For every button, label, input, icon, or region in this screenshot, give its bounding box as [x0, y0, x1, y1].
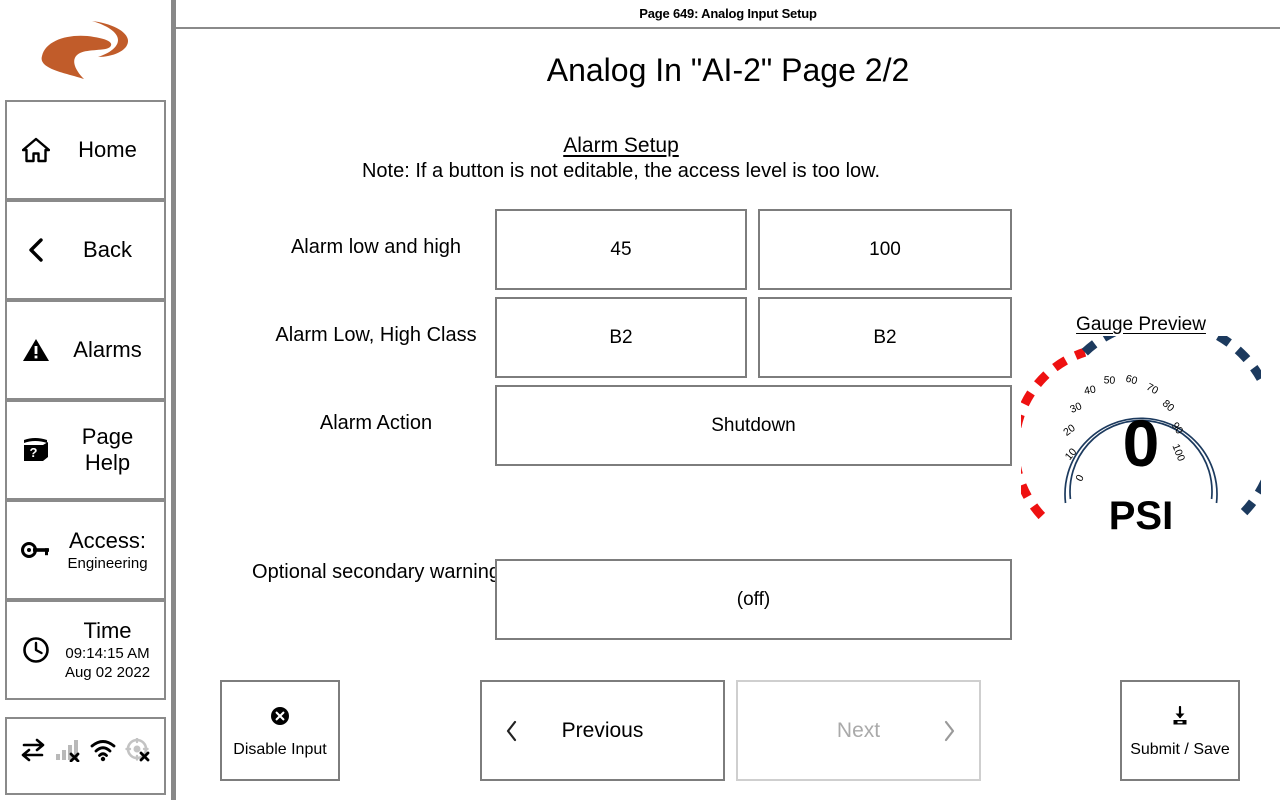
alarm-low-value-button[interactable]: 45	[495, 209, 747, 290]
section-title-text: Alarm Setup	[563, 134, 679, 157]
help-book-icon: ?	[19, 433, 53, 467]
sidebar-item-access-text: Access: Engineering	[57, 528, 164, 573]
next-label: Next	[836, 718, 881, 742]
svg-text:40: 40	[1083, 383, 1097, 397]
gauge-value: 0	[1122, 406, 1160, 480]
sidebar-item-label: Page	[81, 424, 134, 449]
secondary-warning-button[interactable]: (off)	[495, 559, 1012, 640]
sidebar-item-time-text: Time 09:14:15 AM Aug 02 2022	[57, 618, 164, 682]
disable-input-label: Disable Input	[233, 740, 327, 758]
sidebar-item-label: Alarms	[73, 337, 142, 362]
submit-save-button[interactable]: Submit / Save	[1120, 680, 1240, 781]
alarm-action-button[interactable]: Shutdown	[495, 385, 1012, 466]
main-content: Analog In "AI-2" Page 2/2 Alarm Setup No…	[176, 29, 1280, 800]
sidebar-item-page-help[interactable]: ? Page Help	[5, 400, 166, 500]
chevron-left-icon	[19, 233, 53, 267]
chevron-right-icon	[919, 720, 979, 742]
gauge-units: PSI	[1108, 494, 1174, 538]
next-button[interactable]: Next	[736, 680, 981, 781]
sidebar-item-back-text: Back	[57, 237, 164, 263]
section-note: Note: If a button is not editable, the a…	[361, 160, 881, 182]
form-label-alarm-class: Alarm Low, High Class	[275, 324, 477, 346]
form-label-alarm-low-high: Alarm low and high	[290, 236, 462, 258]
app-root: Home Back Alarms ? Page Help Access: Eng…	[0, 0, 1280, 800]
clock-icon	[19, 633, 53, 667]
page-title: Analog In "AI-2" Page 2/2	[546, 52, 910, 88]
page-header: Page 649: Analog Input Setup	[176, 0, 1280, 27]
swoosh-logo-icon	[41, 21, 128, 79]
home-icon	[19, 133, 53, 167]
sidebar-status-bar[interactable]	[5, 717, 166, 795]
svg-text:50: 50	[1103, 374, 1115, 387]
gauge-preview: Gauge Preview 0 10 20 30 40 50 60 70 80 …	[1021, 314, 1261, 564]
date-value: Aug 02 2022	[64, 664, 151, 681]
sidebar-item-back[interactable]: Back	[5, 200, 166, 300]
key-icon	[19, 533, 53, 567]
cellular-signal-off-icon	[55, 735, 81, 765]
sidebar-item-home[interactable]: Home	[5, 100, 166, 200]
time-value: 09:14:15 AM	[65, 645, 150, 662]
form-label-alarm-action: Alarm Action	[319, 412, 433, 434]
gps-off-icon	[125, 735, 151, 765]
cancel-circle-icon	[271, 703, 289, 729]
submit-save-label: Submit / Save	[1130, 740, 1230, 758]
alarm-low-class-button[interactable]: B2	[495, 297, 747, 378]
sidebar-item-label: Back	[83, 237, 132, 262]
sidebar-item-label-2: Help	[84, 450, 131, 475]
section-title: Alarm Setup	[176, 134, 1066, 158]
sidebar-item-alarms[interactable]: Alarms	[5, 300, 166, 400]
previous-label: Previous	[561, 718, 644, 742]
gauge-preview-title: Gauge Preview	[1076, 314, 1206, 335]
page-header-title: Page 649: Analog Input Setup	[639, 6, 817, 21]
download-save-icon	[1170, 703, 1190, 729]
alarm-high-value-button[interactable]: 100	[758, 209, 1012, 290]
sidebar-item-time[interactable]: Time 09:14:15 AM Aug 02 2022	[5, 600, 166, 700]
warning-triangle-icon	[19, 333, 53, 367]
sidebar-item-home-text: Home	[57, 137, 164, 163]
network-exchange-icon	[20, 735, 46, 765]
chevron-left-icon	[482, 720, 542, 742]
form-label-secondary-warning: Optional secondary warning	[252, 561, 500, 583]
access-level-value: Engineering	[67, 554, 148, 572]
svg-text:70: 70	[1144, 381, 1160, 397]
logo	[0, 0, 171, 100]
previous-button[interactable]: Previous	[480, 680, 725, 781]
sidebar-item-alarms-text: Alarms	[57, 337, 164, 363]
svg-text:?: ?	[30, 445, 38, 460]
wifi-icon	[90, 735, 116, 765]
sidebar-item-page-help-text: Page Help	[57, 424, 164, 476]
sidebar-item-access[interactable]: Access: Engineering	[5, 500, 166, 600]
sidebar-item-label: Time	[83, 618, 132, 643]
sidebar-item-label: Access:	[68, 527, 147, 553]
alarm-high-class-button[interactable]: B2	[758, 297, 1012, 378]
sidebar: Home Back Alarms ? Page Help Access: Eng…	[0, 0, 171, 800]
svg-text:60: 60	[1124, 373, 1139, 388]
sidebar-item-label: Home	[78, 137, 137, 162]
disable-input-button[interactable]: Disable Input	[220, 680, 340, 781]
